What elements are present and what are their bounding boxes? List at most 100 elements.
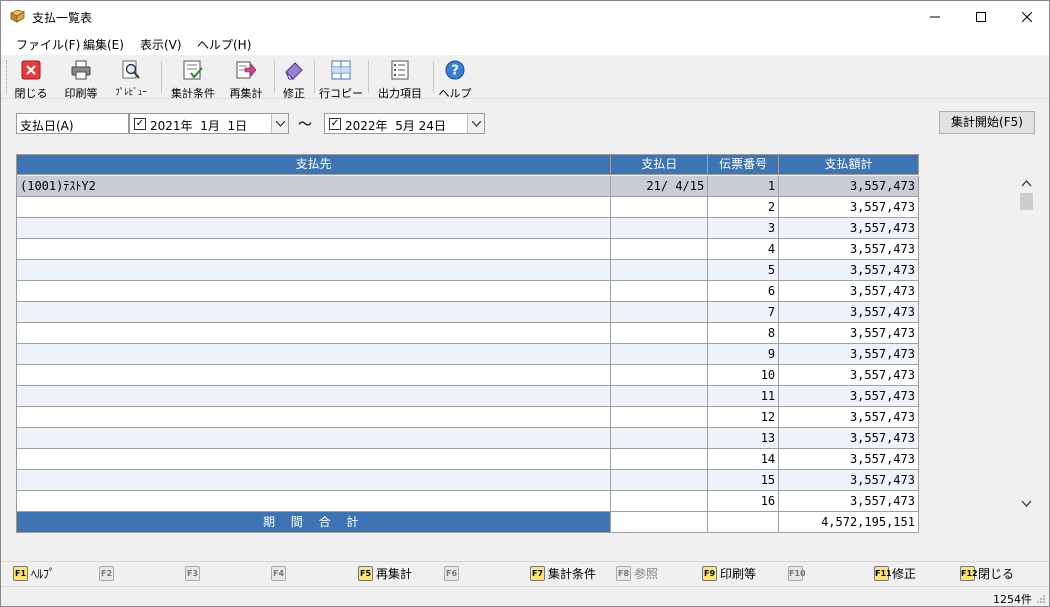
table-row[interactable]: 4 3,557,473 bbox=[17, 239, 919, 260]
cell-payee[interactable] bbox=[17, 281, 612, 302]
fkey-f10[interactable]: F10 bbox=[788, 565, 806, 581]
cell-voucher[interactable]: 12 bbox=[708, 407, 780, 428]
cell-date[interactable] bbox=[611, 197, 709, 218]
cell-voucher[interactable]: 9 bbox=[708, 344, 780, 365]
cell-amount[interactable]: 3,557,473 bbox=[779, 176, 919, 197]
cell-amount[interactable]: 3,557,473 bbox=[779, 302, 919, 323]
cell-voucher[interactable]: 4 bbox=[708, 239, 780, 260]
date-from-checkbox[interactable]: ✓ bbox=[134, 118, 146, 130]
fkey-f7[interactable]: F7 集計条件 bbox=[530, 565, 596, 581]
menu-edit[interactable]: 編集(E) bbox=[83, 36, 124, 53]
cell-date[interactable] bbox=[611, 386, 709, 407]
fkey-f1[interactable]: F1 ﾍﾙﾌﾟ bbox=[13, 565, 55, 581]
table-row[interactable]: 9 3,557,473 bbox=[17, 344, 919, 365]
date-to-checkbox[interactable]: ✓ bbox=[329, 118, 341, 130]
cell-date[interactable] bbox=[611, 323, 709, 344]
cell-date[interactable] bbox=[611, 491, 709, 512]
cell-date[interactable] bbox=[611, 239, 709, 260]
toolbar-preview-button[interactable]: ﾌﾟﾚﾋﾞｭｰ bbox=[107, 57, 155, 98]
table-row[interactable]: 3 3,557,473 bbox=[17, 218, 919, 239]
table-vertical-scrollbar[interactable] bbox=[1018, 176, 1035, 512]
table-row[interactable]: 8 3,557,473 bbox=[17, 323, 919, 344]
table-row[interactable]: 5 3,557,473 bbox=[17, 260, 919, 281]
toolbar-edit-button[interactable]: 修正 bbox=[278, 57, 310, 100]
column-header-voucher[interactable]: 伝票番号 bbox=[708, 155, 780, 175]
maximize-button[interactable] bbox=[958, 1, 1004, 32]
menu-view[interactable]: 表示(V) bbox=[140, 36, 182, 53]
cell-voucher[interactable]: 8 bbox=[708, 323, 780, 344]
fkey-f12[interactable]: F12 閉じる bbox=[960, 565, 1014, 581]
cell-voucher[interactable]: 6 bbox=[708, 281, 780, 302]
cell-voucher[interactable]: 15 bbox=[708, 470, 780, 491]
cell-date[interactable] bbox=[611, 260, 709, 281]
toolbar-conditions-button[interactable]: 集計条件 bbox=[167, 57, 219, 100]
start-aggregation-button[interactable]: 集計開始(F5) bbox=[939, 111, 1035, 134]
fkey-f3[interactable]: F3 bbox=[185, 565, 203, 581]
cell-payee[interactable] bbox=[17, 491, 612, 512]
column-header-date[interactable]: 支払日 bbox=[611, 155, 709, 175]
cell-amount[interactable]: 3,557,473 bbox=[779, 197, 919, 218]
fkey-f11[interactable]: F11 修正 bbox=[874, 565, 916, 581]
cell-voucher[interactable]: 7 bbox=[708, 302, 780, 323]
scroll-thumb[interactable] bbox=[1020, 193, 1033, 210]
fkey-f5[interactable]: F5 再集計 bbox=[358, 565, 412, 581]
cell-amount[interactable]: 3,557,473 bbox=[779, 470, 919, 491]
close-window-button[interactable] bbox=[1004, 1, 1050, 32]
toolbar-close-button[interactable]: 閉じる bbox=[13, 57, 49, 100]
table-row[interactable]: 11 3,557,473 bbox=[17, 386, 919, 407]
cell-payee[interactable] bbox=[17, 365, 612, 386]
cell-payee[interactable] bbox=[17, 323, 612, 344]
cell-voucher[interactable]: 5 bbox=[708, 260, 780, 281]
menu-file[interactable]: ファイル(F) bbox=[16, 36, 80, 53]
toolbar-help-button[interactable]: ? ヘルプ bbox=[437, 57, 473, 100]
cell-payee[interactable] bbox=[17, 218, 612, 239]
toolbar-print-button[interactable]: 印刷等 bbox=[59, 57, 103, 100]
cell-amount[interactable]: 3,557,473 bbox=[779, 428, 919, 449]
toolbar-recalc-button[interactable]: 再集計 bbox=[225, 57, 267, 100]
cell-date[interactable] bbox=[611, 365, 709, 386]
cell-voucher[interactable]: 14 bbox=[708, 449, 780, 470]
table-row[interactable]: 14 3,557,473 bbox=[17, 449, 919, 470]
table-row[interactable]: 6 3,557,473 bbox=[17, 281, 919, 302]
cell-date[interactable] bbox=[611, 470, 709, 491]
cell-payee[interactable] bbox=[17, 344, 612, 365]
cell-date[interactable] bbox=[611, 407, 709, 428]
fkey-f2[interactable]: F2 bbox=[99, 565, 117, 581]
cell-amount[interactable]: 3,557,473 bbox=[779, 260, 919, 281]
date-to-picker[interactable]: ✓ 2022年 5月 24日 bbox=[324, 113, 485, 134]
cell-payee[interactable] bbox=[17, 407, 612, 428]
table-row[interactable]: 12 3,557,473 bbox=[17, 407, 919, 428]
cell-payee[interactable] bbox=[17, 197, 612, 218]
cell-voucher[interactable]: 1 bbox=[708, 176, 780, 197]
date-to-dropdown-button[interactable] bbox=[467, 114, 484, 133]
cell-payee[interactable] bbox=[17, 470, 612, 491]
column-header-amount[interactable]: 支払額計 bbox=[779, 155, 919, 175]
cell-voucher[interactable]: 13 bbox=[708, 428, 780, 449]
cell-voucher[interactable]: 16 bbox=[708, 491, 780, 512]
table-row[interactable]: 15 3,557,473 bbox=[17, 470, 919, 491]
cell-date[interactable] bbox=[611, 344, 709, 365]
cell-amount[interactable]: 3,557,473 bbox=[779, 365, 919, 386]
scroll-down-icon[interactable] bbox=[1020, 499, 1033, 509]
cell-voucher[interactable]: 10 bbox=[708, 365, 780, 386]
cell-payee[interactable] bbox=[17, 449, 612, 470]
cell-payee[interactable] bbox=[17, 302, 612, 323]
cell-date[interactable] bbox=[611, 302, 709, 323]
table-row[interactable]: 2 3,557,473 bbox=[17, 197, 919, 218]
cell-voucher[interactable]: 2 bbox=[708, 197, 780, 218]
date-from-picker[interactable]: ✓ 2021年 1月 1日 bbox=[129, 113, 289, 134]
column-header-payee[interactable]: 支払先 bbox=[17, 155, 612, 175]
fkey-f6[interactable]: F6 bbox=[444, 565, 462, 581]
cell-amount[interactable]: 3,557,473 bbox=[779, 344, 919, 365]
cell-payee[interactable]: (1001)ﾃｽﾄY2 bbox=[17, 176, 612, 197]
cell-amount[interactable]: 3,557,473 bbox=[779, 323, 919, 344]
table-row[interactable]: 13 3,557,473 bbox=[17, 428, 919, 449]
cell-amount[interactable]: 3,557,473 bbox=[779, 218, 919, 239]
cell-amount[interactable]: 3,557,473 bbox=[779, 239, 919, 260]
cell-date[interactable] bbox=[611, 428, 709, 449]
toolbar-row-copy-button[interactable]: 行コピー bbox=[319, 57, 363, 100]
cell-payee[interactable] bbox=[17, 260, 612, 281]
cell-payee[interactable] bbox=[17, 428, 612, 449]
cell-payee[interactable] bbox=[17, 239, 612, 260]
table-row[interactable]: 16 3,557,473 bbox=[17, 491, 919, 512]
